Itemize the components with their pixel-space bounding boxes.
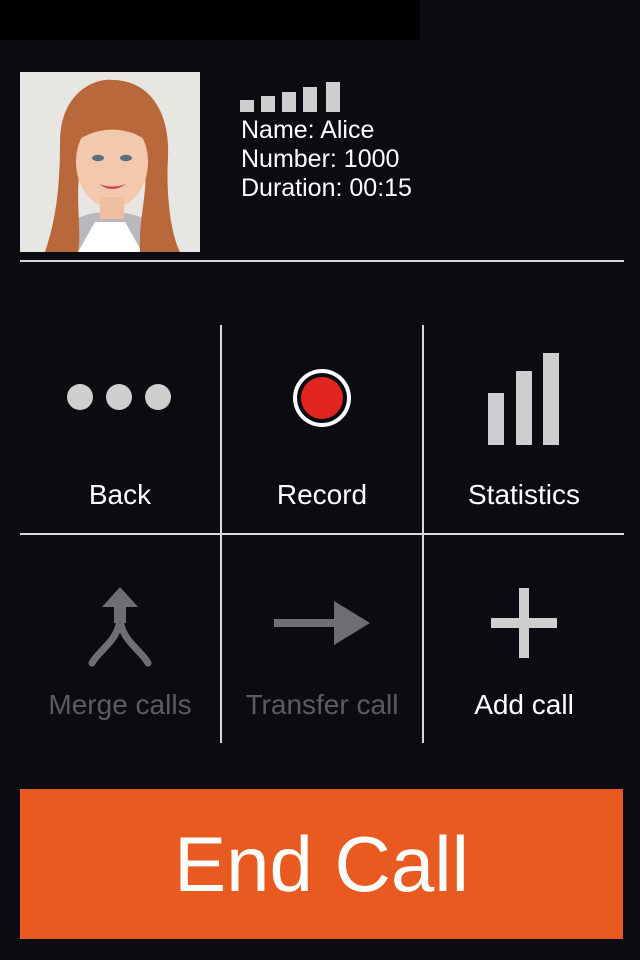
caller-avatar bbox=[20, 72, 200, 252]
merge-icon bbox=[88, 587, 152, 667]
call-duration: Duration: 00:15 bbox=[241, 174, 412, 202]
statistics-label: Statistics bbox=[467, 479, 581, 510]
add-call-label: Add call bbox=[474, 689, 574, 720]
back-button[interactable]: Back bbox=[20, 325, 220, 530]
merge-calls-label: Merge calls bbox=[48, 689, 192, 720]
end-call-button[interactable]: End Call bbox=[20, 789, 623, 939]
header-divider bbox=[20, 260, 624, 262]
record-button[interactable]: Record bbox=[222, 325, 422, 530]
status-bar-segment bbox=[0, 0, 420, 40]
statistics-button[interactable]: Statistics bbox=[424, 325, 624, 530]
plus-icon bbox=[491, 588, 557, 658]
merge-calls-button[interactable]: Merge calls bbox=[20, 535, 220, 740]
back-label: Back bbox=[88, 479, 152, 510]
caller-name: Name: Alice bbox=[241, 116, 375, 144]
record-icon bbox=[293, 369, 351, 427]
caller-info: Name: Alice Number: 1000 Duration: 00:15 bbox=[241, 116, 412, 203]
transfer-call-label: Transfer call bbox=[245, 689, 399, 720]
status-bar bbox=[0, 0, 640, 40]
more-dots-icon bbox=[67, 384, 171, 410]
transfer-call-button[interactable]: Transfer call bbox=[222, 535, 422, 740]
caller-number: Number: 1000 bbox=[241, 145, 400, 173]
record-label: Record bbox=[276, 479, 368, 510]
add-call-button[interactable]: Add call bbox=[424, 535, 624, 740]
signal-strength-icon bbox=[240, 80, 350, 112]
bar-chart-icon bbox=[488, 353, 559, 445]
arrow-right-icon bbox=[274, 601, 370, 645]
